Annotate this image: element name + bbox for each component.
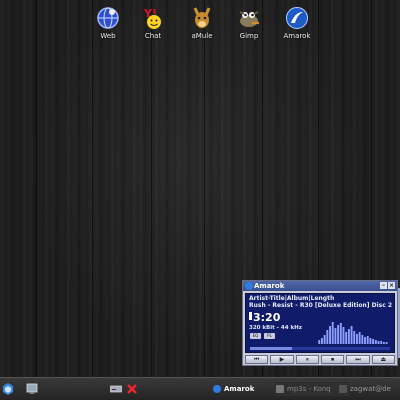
- desktop-icons: Web Y! Chat aMule Gimp Amarok: [86, 6, 336, 46]
- analyzer-bar: [345, 332, 348, 344]
- desktop-icon-label: Gimp: [239, 32, 259, 40]
- pause-button[interactable]: ⏸: [295, 355, 319, 364]
- analyzer-bar: [320, 338, 323, 344]
- seek-slider[interactable]: [250, 347, 390, 350]
- desktop-icon-chat[interactable]: Y! Chat: [131, 6, 175, 40]
- analyzer-bar: [339, 323, 342, 344]
- desktop-icon-gimp[interactable]: Gimp: [227, 6, 271, 40]
- amarok-icon: [213, 385, 221, 393]
- amarok-titlebar[interactable]: Amarok – ×: [243, 281, 397, 291]
- now-playing-track: Rush - Resist - R30 [Deluxe Edition] Dis…: [249, 302, 393, 309]
- analyzer-bar: [355, 334, 358, 344]
- analyzer-bar: [350, 326, 353, 344]
- analyzer-bar: [380, 341, 383, 344]
- analyzer-bar: [318, 340, 321, 344]
- stop-button[interactable]: ⏹: [320, 355, 345, 364]
- analyzer-bar: [372, 339, 375, 344]
- close-button[interactable]: ×: [388, 282, 395, 289]
- analyzer-bar: [361, 335, 364, 344]
- next-button[interactable]: ⏭: [346, 355, 370, 364]
- playback-controls: ⏮ ▶ ⏸ ⏹ ⏭ ⏏: [245, 355, 395, 364]
- desktop-icon-amarok[interactable]: Amarok: [275, 6, 319, 40]
- show-desktop-icon[interactable]: [26, 383, 38, 395]
- elapsed-time: 3:20: [253, 311, 281, 324]
- spectrum-analyzer[interactable]: [318, 318, 388, 344]
- amarok-icon: [285, 6, 309, 30]
- eject-button[interactable]: ⏏: [371, 355, 395, 364]
- desktop-icon-label: Chat: [144, 32, 162, 40]
- terminal-icon: [339, 385, 347, 393]
- task-label: mp3s - Konq: [287, 385, 331, 393]
- analyzer-bar: [353, 331, 356, 344]
- konqueror-icon: [276, 385, 284, 393]
- task-label: zagwat@de: [350, 385, 391, 393]
- analyzer-bar: [334, 328, 337, 344]
- amarok-player-window[interactable]: Amarok – × Artist-Title|Album|Length Rus…: [242, 280, 398, 366]
- chat-icon: Y!: [141, 6, 165, 30]
- analyzer-bar: [369, 338, 372, 344]
- playlist-toggle[interactable]: PL: [264, 333, 275, 339]
- analyzer-bar: [382, 342, 385, 344]
- window-title: Amarok: [254, 282, 285, 290]
- player-display: Artist-Title|Album|Length Rush - Resist …: [245, 293, 395, 353]
- desktop-icon-label: Web: [100, 32, 116, 40]
- previous-button[interactable]: ⏮: [245, 355, 269, 364]
- analyzer-bar: [323, 335, 326, 344]
- amule-icon: [190, 6, 214, 30]
- equalizer-toggle[interactable]: EQ: [250, 333, 261, 339]
- analyzer-bar: [331, 322, 334, 344]
- desktop-icon-amule[interactable]: aMule: [180, 6, 224, 40]
- analyzer-bar: [364, 337, 366, 344]
- bitrate-info: 320 kBit - 44 kHz: [249, 325, 302, 331]
- drive-icon[interactable]: [110, 383, 122, 395]
- analyzer-bar: [342, 327, 345, 344]
- task-terminal[interactable]: zagwat@de: [338, 382, 400, 396]
- analyzer-bar: [366, 336, 369, 344]
- seek-progress: [250, 347, 292, 350]
- task-label: Amarok: [224, 385, 255, 393]
- analyzer-bar: [377, 341, 380, 344]
- taskbar: Amarok mp3s - Konq zagwat@de: [0, 377, 400, 400]
- analyzer-bar: [337, 325, 340, 344]
- web-browser-icon: [96, 6, 120, 30]
- desktop-icon-web[interactable]: Web: [86, 6, 130, 40]
- scroller-header: Artist-Title|Album|Length: [249, 295, 335, 302]
- time-display[interactable]: 3:20: [249, 311, 280, 324]
- analyzer-bar: [374, 340, 377, 344]
- desktop-icon-label: aMule: [191, 32, 213, 40]
- analyzer-bar: [385, 342, 388, 344]
- play-button[interactable]: ▶: [270, 355, 294, 364]
- analyzer-bar: [358, 332, 361, 344]
- analyzer-bar: [326, 330, 329, 344]
- desktop-icon-label: Amarok: [283, 32, 311, 40]
- gimp-icon: [237, 6, 261, 30]
- amarok-icon: [245, 282, 253, 290]
- analyzer-bar: [347, 329, 350, 344]
- minimize-button[interactable]: –: [380, 282, 387, 289]
- kmenu-icon[interactable]: [3, 383, 13, 395]
- analyzer-bar: [329, 326, 331, 344]
- close-x-icon[interactable]: [126, 383, 138, 395]
